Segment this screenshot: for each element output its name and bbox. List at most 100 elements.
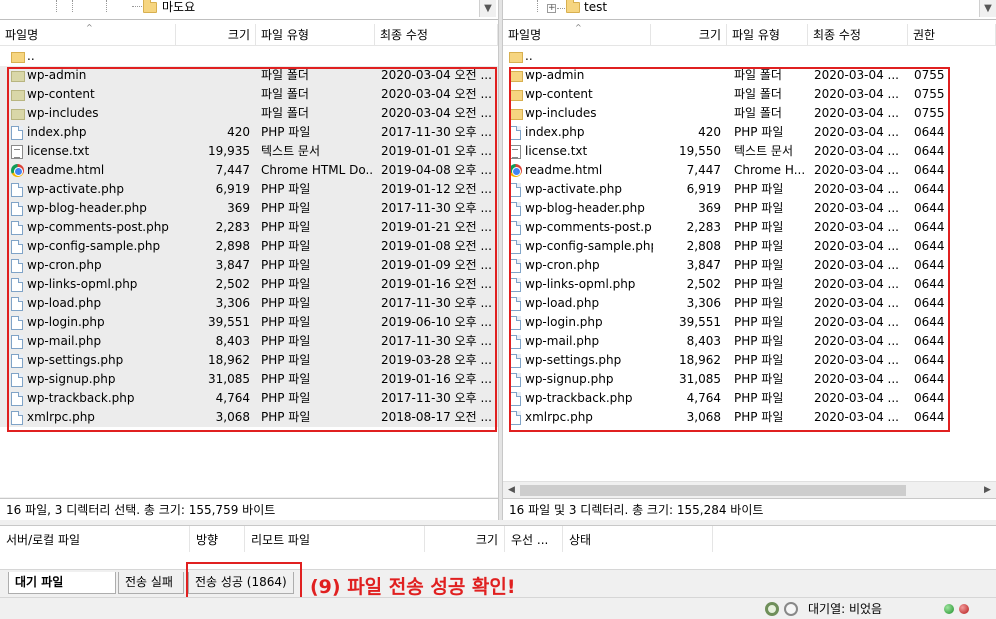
file-modified-cell: 2020-03-04 오전 ... [381,87,491,101]
queue-column-priority[interactable]: 우선 ... [505,526,563,552]
file-icon [11,240,23,254]
table-row[interactable]: wp-includes 파일 폴더 2020-03-04 오전 ... [0,104,498,123]
table-row[interactable]: wp-load.php 3,306 PHP 파일 2017-11-30 오후 ... [0,294,498,313]
file-modified-cell: 2020-03-04 ... [814,220,899,234]
table-row[interactable]: wp-activate.php 6,919 PHP 파일 2020-03-04 ...… [503,180,996,199]
table-row[interactable]: wp-load.php 3,306 PHP 파일 2020-03-04 ... 0644 [503,294,996,313]
table-row[interactable]: wp-settings.php 18,962 PHP 파일 2020-03-04 ..… [503,351,996,370]
tree-guide-line [106,0,107,12]
table-row[interactable]: wp-links-opml.php 2,502 PHP 파일 2020-03-04 .… [503,275,996,294]
queue-column-server-local-file[interactable]: 서버/로컬 파일 [0,526,190,552]
file-modified-cell: 2019-01-21 오전 ... [381,220,491,234]
tree-scroll-down-icon[interactable]: ▼ [979,0,996,17]
file-type-cell: PHP 파일 [734,258,784,272]
table-row[interactable]: wp-trackback.php 4,764 PHP 파일 2017-11-30 오후… [0,389,498,408]
file-name-cell: wp-load.php [27,296,102,310]
queue-column-direction[interactable]: 방향 [190,526,245,552]
table-row[interactable]: readme.html 7,447 Chrome HTML Do... 2019-04… [0,161,498,180]
table-row[interactable]: index.php 420 PHP 파일 2017-11-30 오후 ... [0,123,498,142]
speed-limit-icon[interactable] [784,602,798,616]
tree-expand-icon[interactable]: + [547,4,556,13]
activity-green-led-icon [944,604,954,614]
tab-successful-transfers[interactable]: 전송 성공 (1864) [188,572,294,594]
file-type-cell: 파일 폴더 [261,106,309,120]
table-row[interactable]: wp-mail.php 8,403 PHP 파일 2017-11-30 오후 ... [0,332,498,351]
file-icon [509,183,521,197]
file-modified-cell: 2017-11-30 오후 ... [381,334,491,348]
table-row[interactable]: wp-links-opml.php 2,502 PHP 파일 2019-01-16 오… [0,275,498,294]
tree-scroll-down-icon[interactable]: ▼ [479,0,496,17]
queue-column-status[interactable]: 상태 [563,526,713,552]
column-header-type[interactable]: 파일 유형 [256,24,375,46]
remote-horizontal-scrollbar[interactable]: ◀ ▶ [503,481,996,498]
table-row[interactable]: wp-activate.php 6,919 PHP 파일 2019-01-12 오전 … [0,180,498,199]
scroll-left-icon[interactable]: ◀ [503,482,520,499]
table-row[interactable]: wp-content 파일 폴더 2020-03-04 오전 ... [0,85,498,104]
file-modified-cell: 2020-03-04 오전 ... [381,68,491,82]
queue-column-size[interactable]: 크기 [425,526,505,552]
parent-directory-row[interactable]: .. [0,47,498,66]
table-row[interactable]: wp-admin 파일 폴더 2020-03-04 ... 0755 [503,66,996,85]
file-name-cell: xmlrpc.php [525,410,593,424]
scroll-right-icon[interactable]: ▶ [979,482,996,499]
file-type-cell: PHP 파일 [734,277,784,291]
parent-directory-row[interactable]: .. [503,47,996,66]
table-row[interactable]: wp-cron.php 3,847 PHP 파일 2020-03-04 ... 0644 [503,256,996,275]
transfer-queue-panel: 서버/로컬 파일 방향 리모트 파일 크기 우선 ... 상태 [0,525,996,569]
table-row[interactable]: wp-admin 파일 폴더 2020-03-04 오전 ... [0,66,498,85]
folder-icon [11,109,25,120]
file-modified-cell: 2019-01-12 오전 ... [381,182,491,196]
column-header-size[interactable]: 크기 [651,24,727,46]
column-header-permissions[interactable]: 권한 [908,24,996,46]
column-header-size[interactable]: 크기 [176,24,256,46]
file-icon [509,354,521,368]
column-header-modified[interactable]: 최종 수정 [375,24,498,46]
gear-icon[interactable] [765,602,779,616]
file-icon [11,392,23,406]
parent-directory-label: .. [27,49,35,63]
column-header-modified[interactable]: 최종 수정 [808,24,908,46]
local-tree-folder-label[interactable]: 마도요 [162,0,195,16]
local-directory-tree[interactable]: 마도요 ▼ [0,0,498,20]
file-name-cell: wp-comments-post.php [27,220,169,234]
table-row[interactable]: wp-includes 파일 폴더 2020-03-04 ... 0755 [503,104,996,123]
remote-tree-folder-label[interactable]: test [584,0,607,16]
tree-guide-line [537,0,538,12]
file-size-cell: 369 [227,201,250,215]
table-row[interactable]: license.txt 19,550 텍스트 문서 2020-03-04 ... 064… [503,142,996,161]
file-modified-cell: 2019-01-16 오전 ... [381,277,491,291]
table-row[interactable]: license.txt 19,935 텍스트 문서 2019-01-01 오후 ... [0,142,498,161]
table-row[interactable]: xmlrpc.php 3,068 PHP 파일 2018-08-17 오전 ... [0,408,498,427]
file-type-cell: PHP 파일 [261,182,311,196]
table-row[interactable]: index.php 420 PHP 파일 2020-03-04 ... 0644 [503,123,996,142]
table-row[interactable]: wp-signup.php 31,085 PHP 파일 2020-03-04 ... 0… [503,370,996,389]
table-row[interactable]: wp-mail.php 8,403 PHP 파일 2020-03-04 ... 0644 [503,332,996,351]
table-row[interactable]: wp-blog-header.php 369 PHP 파일 2020-03-04 ..… [503,199,996,218]
table-row[interactable]: wp-trackback.php 4,764 PHP 파일 2020-03-04 ..… [503,389,996,408]
file-icon [509,259,521,273]
table-row[interactable]: wp-settings.php 18,962 PHP 파일 2019-03-28 오후… [0,351,498,370]
table-row[interactable]: wp-blog-header.php 369 PHP 파일 2017-11-30 오후… [0,199,498,218]
file-icon [11,126,23,140]
queue-column-remote-file[interactable]: 리모트 파일 [245,526,425,552]
tab-queued-files[interactable]: 대기 파일 [8,572,116,594]
table-row[interactable]: wp-login.php 39,551 PHP 파일 2019-06-10 오후 ..… [0,313,498,332]
table-row[interactable]: wp-login.php 39,551 PHP 파일 2020-03-04 ... 06… [503,313,996,332]
table-row[interactable]: readme.html 7,447 Chrome H... 2020-03-04 ..… [503,161,996,180]
table-row[interactable]: wp-config-sample.php 2,808 PHP 파일 2020-03-0… [503,237,996,256]
table-row[interactable]: wp-signup.php 31,085 PHP 파일 2019-01-16 오후 .… [0,370,498,389]
remote-directory-tree[interactable]: + test ▼ [503,0,996,20]
scrollbar-thumb[interactable] [520,485,906,496]
tab-failed-transfers[interactable]: 전송 실패 [118,572,184,594]
file-name-cell: wp-activate.php [27,182,124,196]
file-name-cell: readme.html [525,163,603,177]
file-icon [11,316,23,330]
file-permissions-cell: 0644 [914,125,945,139]
table-row[interactable]: wp-cron.php 3,847 PHP 파일 2019-01-09 오전 ... [0,256,498,275]
column-header-type[interactable]: 파일 유형 [727,24,808,46]
table-row[interactable]: wp-config-sample.php 2,898 PHP 파일 2019-01-0… [0,237,498,256]
table-row[interactable]: xmlrpc.php 3,068 PHP 파일 2020-03-04 ... 0644 [503,408,996,427]
table-row[interactable]: wp-comments-post.php 2,283 PHP 파일 2019-01-2… [0,218,498,237]
table-row[interactable]: wp-comments-post.p... 2,283 PHP 파일 2020-03-… [503,218,996,237]
table-row[interactable]: wp-content 파일 폴더 2020-03-04 ... 0755 [503,85,996,104]
